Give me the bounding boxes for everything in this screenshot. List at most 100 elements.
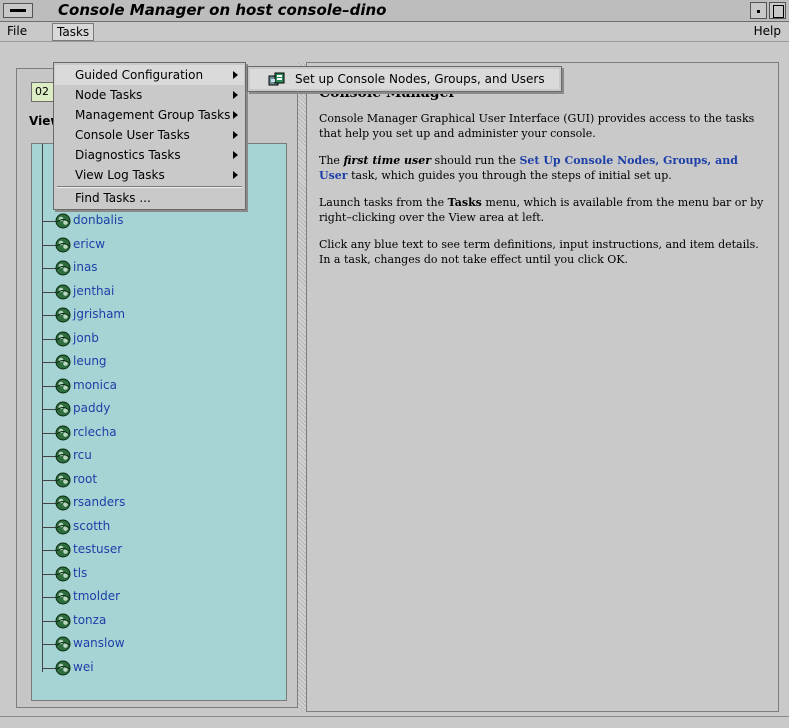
- tree-connector: [42, 574, 56, 575]
- user-name-label: paddy: [73, 401, 111, 415]
- tree-connector: [42, 433, 56, 434]
- user-globe-icon: [55, 589, 71, 605]
- user-name-label: scotth: [73, 519, 111, 533]
- user-name-label: tonza: [73, 613, 107, 627]
- user-name-label: jgrisham: [73, 307, 126, 321]
- user-globe-icon: [55, 401, 71, 417]
- user-globe-icon: [55, 331, 71, 347]
- menu-item-node-tasks[interactable]: Node Tasks: [55, 85, 244, 105]
- window-title: Console Manager on host console–dino: [58, 1, 387, 19]
- user-name-label: ericw: [73, 237, 106, 251]
- user-globe-icon: [55, 472, 71, 488]
- menu-item-label: Management Group Tasks: [75, 108, 231, 122]
- guided-configuration-submenu: Set up Console Nodes, Groups, and Users: [247, 66, 562, 92]
- menu-item-label: Diagnostics Tasks: [75, 148, 181, 162]
- user-globe-icon: [55, 354, 71, 370]
- user-globe-icon: [55, 613, 71, 629]
- info-paragraph-first-time: The first time user should run the Set U…: [319, 153, 769, 183]
- user-name-label: rsanders: [73, 495, 126, 509]
- tree-connector: [42, 527, 56, 528]
- menu-item-guided-configuration[interactable]: Guided Configuration: [55, 65, 244, 85]
- maximize-icon[interactable]: [769, 2, 786, 19]
- user-globe-icon: [55, 378, 71, 394]
- tree-connector: [42, 644, 56, 645]
- bottom-edge: [0, 716, 789, 728]
- user-name-label: donbalis: [73, 213, 124, 227]
- text: task, which guides you through the steps…: [347, 169, 672, 182]
- menu-bar: File Tasks Help: [0, 22, 789, 42]
- tree-connector: [42, 668, 56, 669]
- info-paragraph-help: Click any blue text to see term definiti…: [319, 238, 759, 266]
- user-name-label: monica: [73, 378, 117, 392]
- task-wizard-icon: [268, 72, 285, 86]
- user-globe-icon: [55, 260, 71, 276]
- user-globe-icon: [55, 307, 71, 323]
- tree-connector: [42, 597, 56, 598]
- menu-item-view-log-tasks[interactable]: View Log Tasks: [55, 165, 244, 185]
- user-globe-icon: [55, 237, 71, 253]
- info-paragraph-launch: Launch tasks from the Tasks menu, which …: [319, 195, 769, 225]
- pane-splitter[interactable]: [298, 62, 306, 712]
- user-name-label: tmolder: [73, 589, 121, 603]
- user-name-label: rclecha: [73, 425, 117, 439]
- menu-tasks[interactable]: Tasks: [52, 23, 95, 41]
- menu-item-diagnostics-tasks[interactable]: Diagnostics Tasks: [55, 145, 244, 165]
- text: should run the: [431, 154, 520, 167]
- user-name-label: inas: [73, 260, 98, 274]
- user-tree[interactable]: donbalis ericw inas jenthai jgrisham jonb leun…: [31, 143, 287, 701]
- menu-file[interactable]: File: [3, 23, 31, 39]
- menu-item-find-tasks[interactable]: Find Tasks ...: [55, 188, 244, 208]
- tree-connector: [42, 456, 56, 457]
- user-globe-icon: [55, 213, 71, 229]
- tree-connector: [42, 386, 56, 387]
- submenu-item-label: Set up Console Nodes, Groups, and Users: [295, 72, 545, 86]
- user-globe-icon: [55, 448, 71, 464]
- user-globe-icon: [55, 542, 71, 558]
- first-time-user-text: first time user: [343, 154, 432, 167]
- submenu-arrow-icon: [233, 171, 238, 179]
- tree-connector: [42, 409, 56, 410]
- text: Launch tasks from the: [319, 196, 448, 209]
- tree-connector: [42, 245, 56, 246]
- user-globe-icon: [55, 566, 71, 582]
- menu-item-setup-console-nodes[interactable]: Set up Console Nodes, Groups, and Users: [250, 69, 559, 89]
- user-globe-icon: [55, 425, 71, 441]
- tasks-bold-text: Tasks: [447, 196, 482, 209]
- menu-item-console-user-tasks[interactable]: Console User Tasks: [55, 125, 244, 145]
- tree-connector: [42, 503, 56, 504]
- user-name-label: jenthai: [73, 284, 115, 298]
- user-globe-icon: [55, 519, 71, 535]
- submenu-arrow-icon: [233, 91, 238, 99]
- minimize-icon[interactable]: [750, 2, 767, 19]
- submenu-arrow-icon: [233, 71, 238, 79]
- tasks-dropdown-menu: Guided Configuration Node Tasks Manageme…: [53, 62, 246, 210]
- window-menu-icon[interactable]: [3, 3, 33, 18]
- tree-connector: [42, 292, 56, 293]
- user-name-label: testuser: [73, 542, 123, 556]
- user-globe-icon: [55, 284, 71, 300]
- tree-connector: [42, 621, 56, 622]
- tree-connector: [42, 339, 56, 340]
- submenu-arrow-icon: [233, 111, 238, 119]
- menu-item-label: Find Tasks ...: [75, 191, 151, 205]
- title-bar: Console Manager on host console–dino: [0, 0, 789, 22]
- tree-connector: [42, 221, 56, 222]
- menu-item-management-group-tasks[interactable]: Management Group Tasks: [55, 105, 244, 125]
- menu-help[interactable]: Help: [750, 23, 785, 39]
- info-panel: Console Manager Console Manager Graphica…: [306, 62, 779, 712]
- text: The: [319, 154, 344, 167]
- user-globe-icon: [55, 495, 71, 511]
- user-name-label: leung: [73, 354, 107, 368]
- user-name-label: root: [73, 472, 98, 486]
- user-name-label: wanslow: [73, 636, 125, 650]
- submenu-arrow-icon: [233, 151, 238, 159]
- user-name-label: tls: [73, 566, 88, 580]
- menu-item-label: View Log Tasks: [75, 168, 165, 182]
- tree-connector: [42, 480, 56, 481]
- user-name-label: wei: [73, 660, 94, 674]
- tree-connector-line: [42, 144, 43, 672]
- info-paragraph-intro: Console Manager Graphical User Interface…: [319, 112, 755, 140]
- tree-connector: [42, 268, 56, 269]
- submenu-arrow-icon: [233, 131, 238, 139]
- tree-connector: [42, 362, 56, 363]
